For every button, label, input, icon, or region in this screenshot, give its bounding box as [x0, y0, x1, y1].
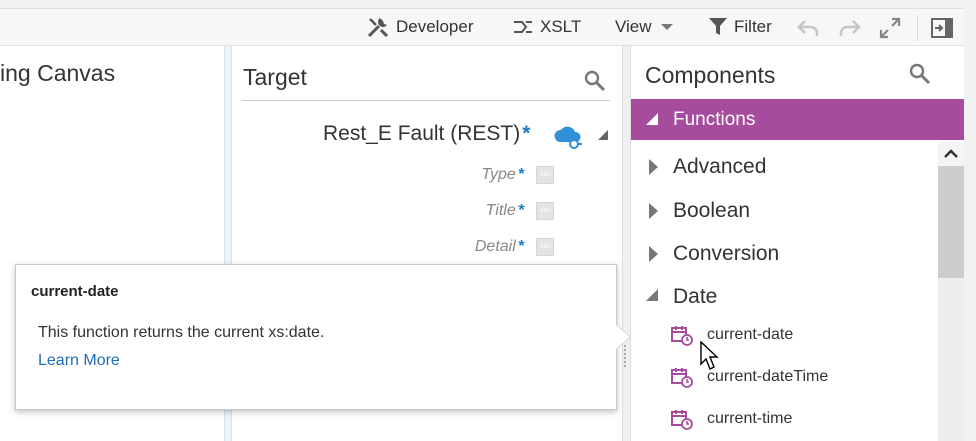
- field-label: Title: [485, 202, 516, 219]
- date-function-icon: [671, 326, 693, 346]
- target-field-detail[interactable]: Detail *: [475, 238, 524, 256]
- expanded-triangle-icon: [646, 289, 658, 301]
- required-marker: *: [517, 202, 524, 219]
- panel-splitter[interactable]: [622, 46, 630, 441]
- xslt-icon: [514, 21, 532, 33]
- view-menu[interactable]: View: [615, 9, 674, 45]
- components-scrollbar[interactable]: [938, 142, 964, 441]
- date-function-icon: [671, 410, 693, 430]
- category-label: Boolean: [673, 199, 751, 222]
- category-advanced[interactable]: Advanced: [631, 149, 937, 189]
- functions-label: Functions: [673, 109, 756, 130]
- target-search-button[interactable]: [584, 70, 606, 97]
- mouse-cursor-icon: [700, 340, 720, 376]
- components-search-button[interactable]: [909, 63, 931, 90]
- components-panel: Components Functions Advanced Boolean Co…: [630, 46, 964, 441]
- target-field-type[interactable]: Type *: [481, 166, 524, 184]
- category-label: Date: [673, 285, 718, 308]
- search-icon: [584, 70, 606, 92]
- function-info-popup: current-date This function returns the c…: [15, 264, 617, 410]
- xslt-button[interactable]: XSLT: [512, 9, 581, 45]
- redo-button[interactable]: [837, 17, 861, 44]
- required-marker: *: [517, 238, 524, 255]
- target-root-label: Rest_E Fault (REST): [323, 122, 521, 145]
- learn-more-link[interactable]: Learn More: [38, 352, 120, 370]
- collapsed-triangle-icon: [649, 246, 658, 262]
- target-divider: [242, 100, 610, 101]
- developer-button[interactable]: Developer: [366, 9, 474, 45]
- target-root-node[interactable]: Rest_E Fault (REST)*: [323, 122, 530, 146]
- developer-label: Developer: [396, 17, 474, 36]
- expand-button[interactable]: [879, 17, 901, 44]
- undo-icon: [797, 20, 819, 36]
- functions-section-header[interactable]: Functions: [631, 99, 964, 140]
- string-type-icon: abc: [536, 202, 554, 220]
- function-label: current-time: [707, 410, 793, 427]
- date-function-icon: [671, 368, 693, 388]
- tools-icon: [367, 18, 389, 38]
- mapper-window: Developer XSLT View Filter ing Canvas Ta…: [0, 0, 976, 441]
- expanded-triangle-icon: [646, 113, 658, 125]
- category-label: Advanced: [673, 155, 767, 178]
- chevron-up-icon: [944, 149, 958, 158]
- collapse-toggle-icon[interactable]: [598, 130, 608, 140]
- target-field-title[interactable]: Title *: [486, 202, 524, 220]
- filter-button[interactable]: Filter: [708, 9, 772, 45]
- filter-icon: [709, 18, 727, 35]
- redo-icon: [839, 20, 861, 36]
- target-title: Target: [243, 64, 307, 90]
- category-label: Conversion: [673, 242, 780, 265]
- collapsed-triangle-icon: [649, 203, 658, 219]
- string-type-icon: abc: [536, 166, 554, 184]
- field-label: Type: [481, 166, 516, 183]
- toolbar: Developer XSLT View Filter: [0, 8, 964, 46]
- view-label: View: [615, 17, 652, 36]
- popup-title: current-date: [31, 283, 119, 300]
- category-conversion[interactable]: Conversion: [631, 236, 937, 276]
- string-type-icon: abc: [536, 238, 554, 256]
- expand-icon: [879, 17, 901, 39]
- required-marker: *: [522, 122, 531, 145]
- components-title: Components: [645, 62, 776, 88]
- category-date[interactable]: Date: [631, 279, 937, 319]
- function-label: current-dateTime: [707, 368, 829, 385]
- popup-pointer: [616, 325, 630, 349]
- scroll-up-button[interactable]: [938, 142, 964, 166]
- search-icon: [909, 63, 931, 85]
- scroll-thumb[interactable]: [938, 166, 964, 278]
- required-marker: *: [517, 166, 524, 183]
- popup-description: This function returns the current xs:dat…: [38, 324, 325, 341]
- mapping-canvas-title: ing Canvas: [0, 60, 116, 86]
- chevron-down-icon: [660, 24, 673, 30]
- panel-toggle-icon: [931, 18, 953, 38]
- filter-label: Filter: [734, 17, 772, 36]
- collapsed-triangle-icon: [649, 159, 658, 175]
- toolbar-divider: [917, 15, 918, 41]
- field-label: Detail: [474, 238, 516, 255]
- rest-cloud-icon: [552, 124, 584, 155]
- undo-button[interactable]: [797, 17, 821, 44]
- category-boolean[interactable]: Boolean: [631, 193, 937, 233]
- xslt-label: XSLT: [540, 17, 582, 36]
- panel-toggle-button[interactable]: [930, 17, 954, 44]
